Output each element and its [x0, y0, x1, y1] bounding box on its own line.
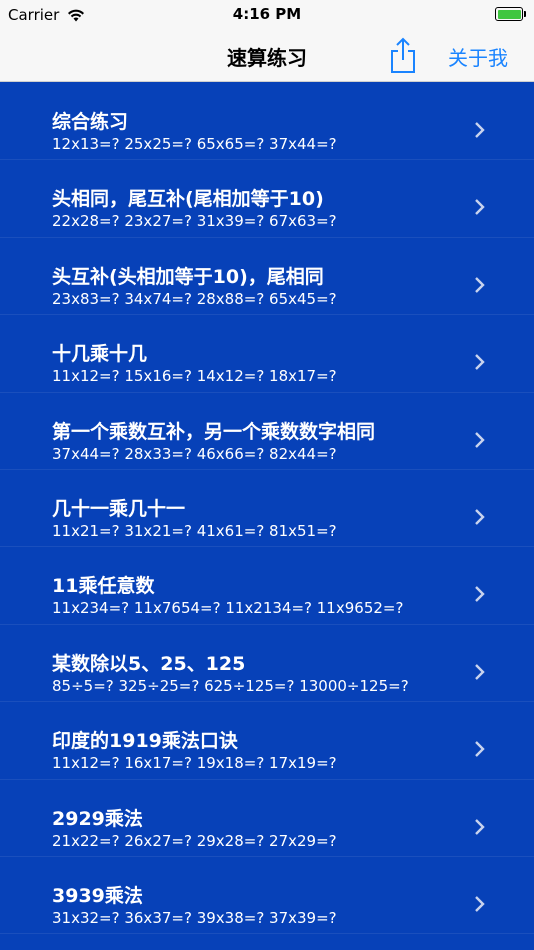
list-item-title: 综合练习: [52, 111, 129, 133]
list-item-title: 3939乘法: [52, 884, 143, 907]
list-item-title: 头相同，尾互补(尾相加等于10): [52, 188, 324, 211]
list-item-subtitle: 11x21=? 31x21=? 41x61=? 81x51=?: [52, 521, 337, 540]
list-item-subtitle: 23x83=? 34x74=? 28x88=? 65x45=?: [52, 289, 337, 308]
list-item-subtitle: 31x32=? 36x37=? 39x38=? 37x39=?: [52, 908, 337, 927]
list-item[interactable]: 十几乘十几 11x12=? 15x16=? 14x12=? 18x17=?: [0, 315, 534, 393]
chevron-right-icon: [475, 199, 485, 216]
chevron-right-icon: [475, 276, 485, 293]
list-item[interactable]: 几十一乘几十一 11x21=? 31x21=? 41x61=? 81x51=?: [0, 470, 534, 548]
list-item[interactable]: 头互补(头相加等于10)，尾相同 23x83=? 34x74=? 28x88=? …: [0, 238, 534, 316]
list-item-subtitle: 11x12=? 16x17=? 19x18=? 17x19=?: [52, 754, 337, 773]
chevron-right-icon: [475, 509, 485, 525]
status-time: 4:16 PM: [232, 5, 302, 23]
list-item-subtitle: 37x44=? 28x33=? 46x66=? 82x44=?: [52, 444, 337, 463]
list-item-title: 第一个乘数互补，另一个乘数数字相同: [52, 420, 376, 443]
list-item-title: 印度的1919乘法口诀: [52, 730, 238, 753]
list-item-title: 某数除以5、25、125: [52, 652, 246, 675]
chevron-right-icon: [475, 122, 485, 138]
list-item[interactable]: 2929乘法 21x22=? 26x27=? 29x28=? 27x29=?: [0, 780, 534, 857]
about-button[interactable]: 关于我: [448, 42, 508, 71]
list-item-title: 头互补(头相加等于10)，尾相同: [52, 265, 324, 288]
status-bar: Carrier 4:16 PM: [0, 0, 534, 30]
chevron-right-icon: [475, 741, 485, 757]
list-item-subtitle: 11x12=? 15x16=? 14x12=? 18x17=?: [52, 367, 337, 386]
list-item[interactable]: 头相同，尾互补(尾相加等于10) 22x28=? 23x27=? 31x39=? …: [0, 160, 534, 238]
list-item[interactable]: 第一个乘数互补，另一个乘数数字相同 37x44=? 28x33=? 46x66=?…: [0, 393, 534, 470]
share-icon[interactable]: [388, 36, 418, 74]
chevron-right-icon: [475, 896, 485, 912]
practice-list: 综合练习 12x13=? 25x25=? 65x65=? 37x44=? 头相同，尾…: [0, 83, 534, 935]
chevron-right-icon: [475, 663, 485, 680]
list-item-subtitle: 22x28=? 23x27=? 31x39=? 67x63=?: [52, 212, 337, 231]
list-item[interactable]: 3939乘法 31x32=? 36x37=? 39x38=? 37x39=?: [0, 857, 534, 935]
battery-icon: [495, 7, 523, 21]
chevron-right-icon: [475, 354, 485, 371]
list-item-title: 11乘任意数: [52, 575, 155, 598]
list-item[interactable]: 综合练习 12x13=? 25x25=? 65x65=? 37x44=?: [0, 83, 534, 161]
chevron-right-icon: [475, 431, 485, 448]
list-item-subtitle: 85÷5=? 325÷25=? 625÷125=? 13000÷125=?: [52, 676, 409, 695]
list-item[interactable]: 印度的1919乘法口诀 11x12=? 16x17=? 19x18=? 17x19…: [0, 702, 534, 780]
chevron-right-icon: [475, 586, 485, 603]
navigation-bar: 速算练习 关于我: [0, 30, 534, 82]
list-item[interactable]: 某数除以5、25、125 85÷5=? 325÷25=? 625÷125=? 13…: [0, 625, 534, 703]
list-item-title: 十几乘十几: [52, 343, 148, 366]
list-item-subtitle: 21x22=? 26x27=? 29x28=? 27x29=?: [52, 831, 337, 850]
list-item[interactable]: 11乘任意数 11x234=? 11x7654=? 11x2134=? 11x96…: [0, 547, 534, 625]
list-item-title: 几十一乘几十一: [52, 497, 186, 520]
list-item-subtitle: 11x234=? 11x7654=? 11x2134=? 11x9652=?: [52, 599, 404, 618]
list-item-title: 2929乘法: [52, 807, 143, 830]
list-item-subtitle: 12x13=? 25x25=? 65x65=? 37x44=?: [52, 135, 337, 153]
status-right: [495, 7, 526, 21]
chevron-right-icon: [475, 818, 485, 835]
